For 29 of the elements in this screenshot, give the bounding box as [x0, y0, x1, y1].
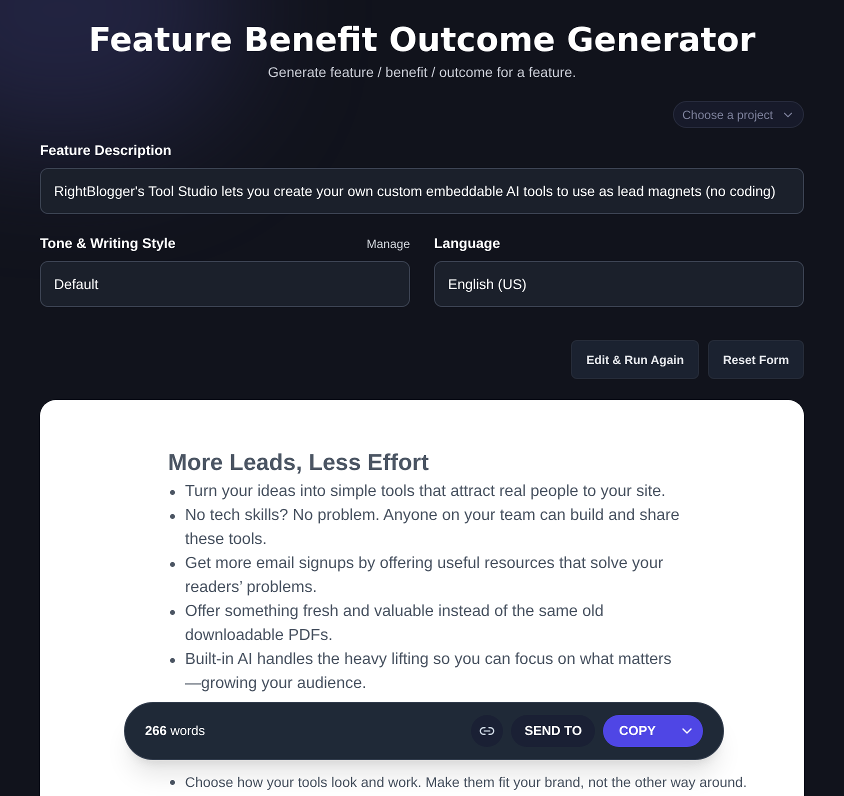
send-to-button[interactable]: SEND TO [511, 715, 595, 747]
result-heading: More Leads, Less Effort [168, 448, 430, 477]
link-button[interactable] [471, 715, 504, 747]
bullet-icon [170, 610, 175, 615]
bullet-text: Turn your ideas into simple tools that attract real people to your site. [185, 482, 666, 502]
bullet-text: Offer something fresh and valuable instead of the same old downloadable PDFs. [185, 602, 605, 646]
bullet-text: Choose how your tools look and work. Make them fit your brand, not the other way around. [185, 773, 747, 792]
page-subtitle: Generate feature / benefit / outcome for a feature. [268, 63, 576, 82]
page-title: Feature Benefit Outcome Generator [88, 19, 756, 61]
bullet-icon [170, 490, 175, 495]
bullet-icon [170, 562, 175, 567]
bullet-text: Get more email signups by offering useful resources that solve your readers’ problems. [185, 554, 664, 598]
language-select[interactable]: English (US) [434, 261, 804, 307]
bullet-text: No tech skills? No problem. Anyone on your team can build and share these tools. [185, 506, 680, 550]
field-label: Feature Description [40, 141, 172, 160]
copy-button[interactable]: COPY [603, 715, 703, 747]
action-button[interactable]: Edit & Run Again [571, 340, 699, 379]
bullet-icon [170, 658, 175, 663]
field-label: Language [434, 234, 502, 253]
feature-input[interactable]: RightBlogger's Tool Studio lets you create your own custom embeddable AI tools to use as lead magnets (no coding) [40, 168, 804, 214]
tone-select[interactable]: Default [40, 261, 410, 307]
word-count: 266 words [145, 722, 206, 740]
action-button[interactable]: Reset Form [708, 340, 804, 379]
bullet-icon [170, 780, 175, 785]
bullet-text: Built-in AI handles the heavy lifting so you can focus on what matters—growing your audience. [185, 650, 672, 694]
field-label: Tone & Writing Style [40, 234, 176, 253]
manage-link[interactable]: Manage [366, 234, 410, 252]
bullet-icon [170, 514, 175, 519]
project-dropdown[interactable]: Choose a project [673, 101, 804, 128]
